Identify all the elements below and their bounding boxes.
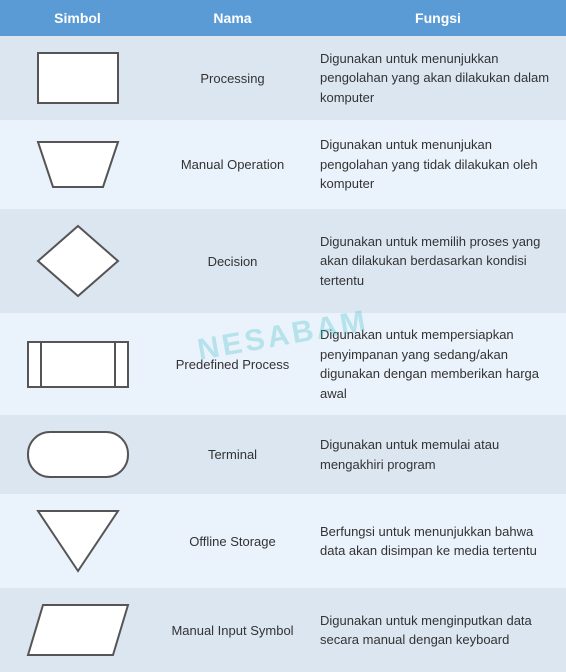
- func-cell: Digunakan untuk memulai atau mengakhiri …: [310, 415, 566, 494]
- table-row: Manual OperationDigunakan untuk menunjuk…: [0, 120, 566, 209]
- func-cell: Digunakan untuk menginputkan data secara…: [310, 588, 566, 672]
- table-wrapper: NESABAM Simbol Nama Fungsi ProcessingDig…: [0, 0, 566, 672]
- table-row: Offline StorageBerfungsi untuk menunjukk…: [0, 494, 566, 588]
- table-row: Manual Input SymbolDigunakan untuk mengi…: [0, 588, 566, 672]
- main-table: Simbol Nama Fungsi ProcessingDigunakan u…: [0, 0, 566, 672]
- symbol-cell: [0, 120, 155, 209]
- symbol-cell: [0, 494, 155, 588]
- table-row: ProcessingDigunakan untuk menunjukkan pe…: [0, 36, 566, 120]
- name-cell: Predefined Process: [155, 313, 310, 415]
- name-cell: Manual Input Symbol: [155, 588, 310, 672]
- func-cell: Digunakan untuk menunjukan pengolahan ya…: [310, 120, 566, 209]
- func-cell: Berfungsi untuk menunjukkan bahwa data a…: [310, 494, 566, 588]
- header-nama: Nama: [155, 0, 310, 36]
- name-cell: Decision: [155, 209, 310, 313]
- func-cell: Digunakan untuk memilih proses yang akan…: [310, 209, 566, 313]
- header-fungsi: Fungsi: [310, 0, 566, 36]
- func-cell: Digunakan untuk menunjukkan pengolahan y…: [310, 36, 566, 120]
- name-cell: Offline Storage: [155, 494, 310, 588]
- header-simbol: Simbol: [0, 0, 155, 36]
- table-row: Predefined ProcessDigunakan untuk memper…: [0, 313, 566, 415]
- table-row: TerminalDigunakan untuk memulai atau men…: [0, 415, 566, 494]
- header-row: Simbol Nama Fungsi: [0, 0, 566, 36]
- name-cell: Terminal: [155, 415, 310, 494]
- symbol-cell: [0, 313, 155, 415]
- symbol-cell: [0, 36, 155, 120]
- symbol-cell: [0, 209, 155, 313]
- symbol-cell: [0, 588, 155, 672]
- func-cell: Digunakan untuk mempersiapkan penyimpana…: [310, 313, 566, 415]
- name-cell: Processing: [155, 36, 310, 120]
- symbol-cell: [0, 415, 155, 494]
- table-row: DecisionDigunakan untuk memilih proses y…: [0, 209, 566, 313]
- table-body: ProcessingDigunakan untuk menunjukkan pe…: [0, 36, 566, 672]
- name-cell: Manual Operation: [155, 120, 310, 209]
